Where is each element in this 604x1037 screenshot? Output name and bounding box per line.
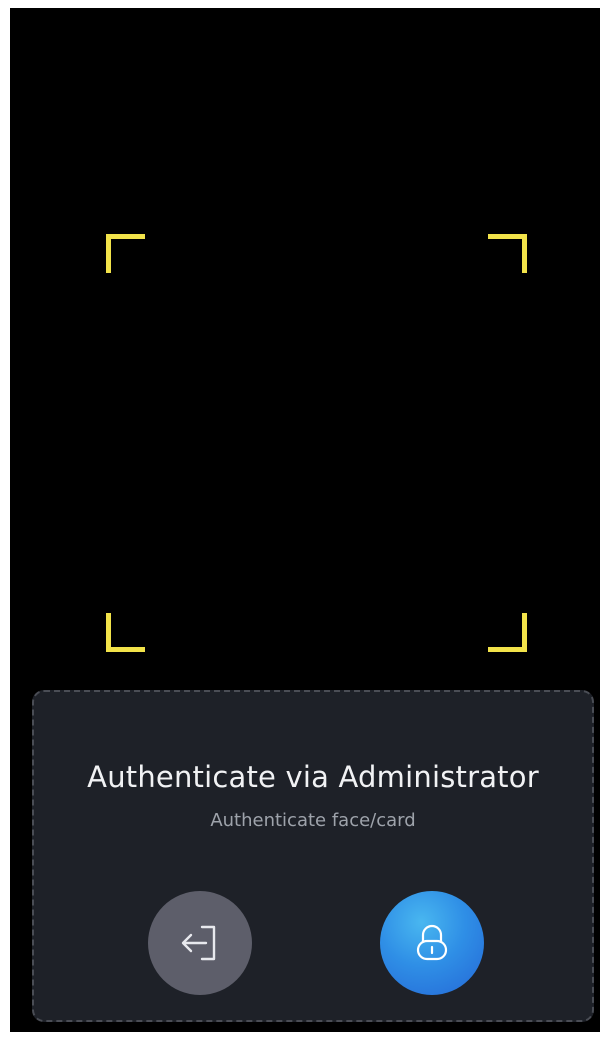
face-frame-corner-top-left [106,234,145,273]
camera-preview: Authenticate via Administrator Authentic… [10,8,600,1032]
back-button[interactable] [148,891,252,995]
lock-icon [414,923,450,963]
auth-subtitle: Authenticate face/card [210,810,416,831]
face-frame-corner-bottom-right [488,613,527,652]
auth-panel: Authenticate via Administrator Authentic… [32,690,594,1022]
auth-title: Authenticate via Administrator [87,760,539,794]
face-frame-corner-top-right [488,234,527,273]
exit-arrow-icon [178,923,222,963]
face-frame-corner-bottom-left [106,613,145,652]
unlock-button[interactable] [380,891,484,995]
